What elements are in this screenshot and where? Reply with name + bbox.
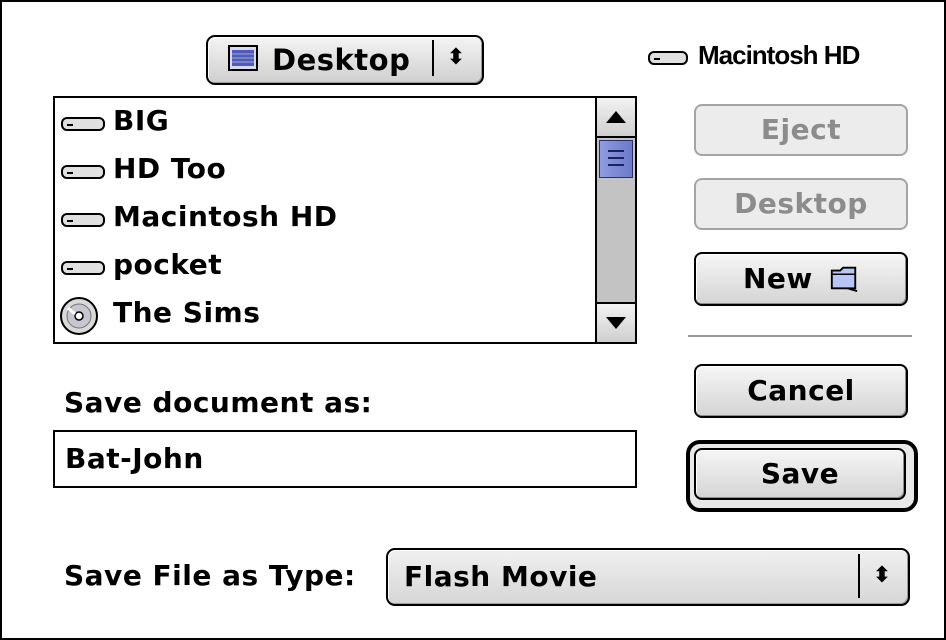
list-item-label: pocket (113, 248, 223, 281)
location-popup[interactable]: Desktop ⬍ (206, 35, 484, 85)
file-list[interactable]: BIG HD Too Macintosh HD pocket The Sims (53, 96, 637, 344)
list-item-label: The Sims (113, 296, 261, 329)
cancel-button-label: Cancel (747, 374, 855, 407)
popup-arrows-icon: ⬍ (432, 40, 478, 76)
file-list-scrollbar[interactable] (595, 98, 635, 342)
down-arrow-icon (606, 317, 626, 329)
cancel-button[interactable]: Cancel (694, 364, 908, 418)
file-type-popup[interactable]: Flash Movie ⬍ (386, 548, 910, 606)
location-popup-label: Desktop (272, 43, 411, 77)
hard-disk-icon (648, 51, 688, 65)
popup-arrows-icon: ⬍ (858, 554, 904, 598)
list-item[interactable]: BIG (55, 98, 593, 146)
list-item-label: Macintosh HD (113, 200, 338, 233)
grip-line (608, 150, 624, 152)
save-as-label: Save document as: (64, 386, 373, 419)
desktop-button-label: Desktop (734, 187, 868, 220)
up-arrow-icon (606, 111, 626, 123)
scroll-down-button[interactable] (597, 302, 635, 342)
desktop-icon (228, 45, 258, 71)
new-folder-label: New (742, 262, 813, 295)
button-separator (688, 335, 912, 337)
filename-input[interactable] (65, 438, 625, 478)
save-button[interactable]: Save (694, 448, 906, 500)
list-item-label: BIG (113, 104, 170, 137)
hard-disk-icon (61, 165, 105, 179)
hard-disk-icon (61, 213, 105, 227)
file-type-label: Save File as Type: (64, 559, 356, 592)
new-folder-icon (830, 266, 858, 293)
list-item[interactable]: pocket (55, 242, 593, 290)
scroll-up-button[interactable] (597, 98, 635, 138)
filename-field[interactable] (53, 430, 637, 488)
scroll-thumb[interactable] (599, 140, 633, 178)
list-item[interactable]: Macintosh HD (55, 194, 593, 242)
grip-line (608, 157, 624, 159)
hard-disk-icon (61, 117, 105, 131)
cd-disc-icon (60, 297, 98, 335)
desktop-button[interactable]: Desktop (694, 178, 908, 230)
new-folder-button[interactable]: New (694, 252, 908, 306)
hard-disk-icon (61, 261, 105, 275)
file-type-value: Flash Movie (404, 560, 598, 593)
save-button-label: Save (760, 457, 840, 490)
current-volume-name: Macintosh HD (698, 40, 860, 70)
list-item-label: HD Too (113, 152, 227, 185)
list-item[interactable]: The Sims (55, 290, 593, 338)
list-item[interactable]: HD Too (55, 146, 593, 194)
grip-line (608, 164, 624, 166)
eject-button[interactable]: Eject (694, 104, 908, 156)
